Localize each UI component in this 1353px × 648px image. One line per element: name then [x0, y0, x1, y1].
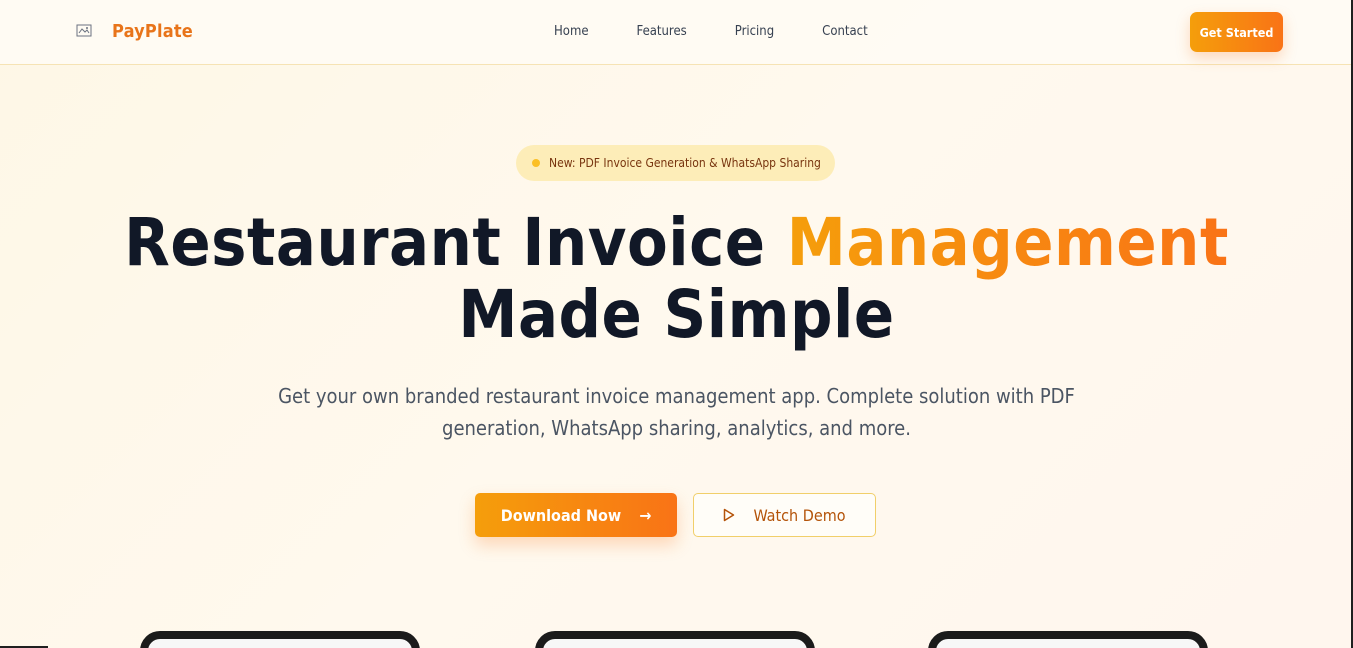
top-navbar: PayPlate Home Features Pricing Contact G… — [0, 0, 1353, 65]
download-now-button[interactable]: Download Now → — [475, 493, 677, 537]
watch-demo-label: Watch Demo — [753, 505, 846, 525]
play-icon — [724, 508, 735, 522]
hero-subtitle: Get your own branded restaurant invoice … — [278, 384, 1075, 440]
badge-text: New: PDF Invoice Generation & WhatsApp S… — [549, 156, 821, 170]
watch-demo-button[interactable]: Watch Demo — [693, 493, 876, 537]
nav-links: Home Features Pricing Contact — [554, 23, 916, 41]
badge-dot-icon — [532, 159, 540, 167]
phone-mockup-2 — [535, 631, 815, 648]
hero-title: Restaurant Invoice Management Made Simpl… — [0, 207, 1353, 351]
hero-title-line2: Made Simple — [458, 276, 895, 353]
arrow-right-icon: → — [639, 505, 652, 525]
nav-link-home[interactable]: Home — [554, 23, 589, 41]
new-feature-badge: New: PDF Invoice Generation & WhatsApp S… — [516, 145, 835, 181]
hero-title-part1: Restaurant Invoice — [124, 204, 787, 281]
brand[interactable]: PayPlate — [76, 20, 193, 42]
brand-name: PayPlate — [112, 20, 193, 42]
nav-link-features[interactable]: Features — [637, 23, 687, 41]
download-now-label: Download Now — [500, 505, 622, 525]
phone-mockup-3 — [928, 631, 1208, 648]
broken-image-icon — [76, 24, 92, 37]
nav-link-pricing[interactable]: Pricing — [735, 23, 774, 41]
nav-link-contact[interactable]: Contact — [822, 23, 868, 41]
get-started-button[interactable]: Get Started — [1190, 12, 1283, 52]
hero-title-accent: Management — [786, 204, 1229, 281]
phone-mockup-1 — [140, 631, 420, 648]
